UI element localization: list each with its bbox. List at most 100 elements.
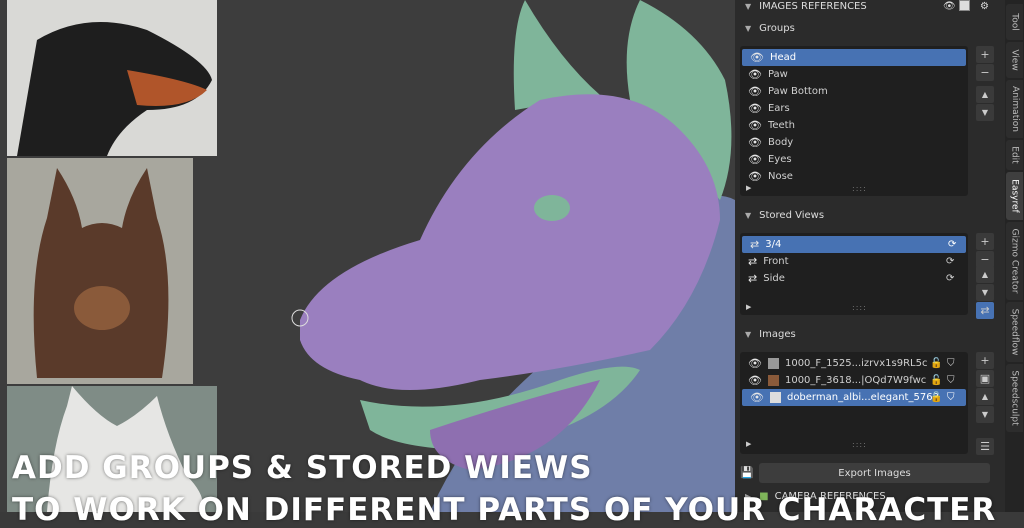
group-item-nose[interactable]: 👁 Nose (740, 168, 793, 185)
stored-view-item-front[interactable]: ⇄ Front ⟳ (740, 253, 964, 270)
add-icon[interactable]: + (976, 352, 994, 369)
group-item-eyes[interactable]: 👁 Eyes (740, 151, 792, 168)
refresh-icon[interactable]: ⟳ (946, 256, 954, 267)
group-label: Head (769, 52, 797, 63)
eye-icon[interactable]: 👁 (750, 391, 764, 404)
gear-icon[interactable]: ⚙ (980, 1, 989, 12)
move-up-icon[interactable]: ▲ (976, 86, 994, 103)
groups-header[interactable]: ▼ Groups (735, 18, 1005, 38)
eye-icon[interactable]: 👁 (750, 51, 764, 64)
move-up-icon[interactable]: ▲ (976, 266, 994, 283)
eye-icon[interactable]: 👁 (748, 119, 762, 132)
resize-grip-icon[interactable]: :::: (852, 184, 867, 193)
chevron-down-icon: ▼ (745, 1, 752, 11)
group-item-paw[interactable]: 👁 Paw (740, 66, 788, 83)
images-references-header[interactable]: ▼ IMAGES REFERENCES 👁 ⚙ (735, 0, 1005, 16)
stored-view-item-side[interactable]: ⇄ Side ⟳ (740, 270, 964, 287)
move-down-icon[interactable]: ▼ (976, 104, 994, 121)
eye-icon[interactable]: 👁 (943, 1, 956, 12)
groups-list[interactable]: 👁 Head 👁 Paw 👁 Paw Bottom 👁 Ears 👁 Teeth 👁 Bod… (740, 46, 968, 196)
export-images-button[interactable]: Export Images (759, 463, 990, 483)
group-label: Paw Bottom (767, 86, 828, 97)
images-list[interactable]: 👁 1000_F_1525...izrvx1s9RL5c 🔓 ⛉ 👁 1000_F_36… (740, 352, 968, 454)
group-item-head[interactable]: 👁 Head (742, 49, 966, 66)
image-thumb-icon (767, 375, 779, 386)
camera-view-icon: ⇄ (748, 255, 758, 268)
eye-icon[interactable]: 👁 (748, 102, 762, 115)
stored-views-label: Stored Views (759, 209, 825, 221)
stored-views-list[interactable]: ⇄ 3/4 ⟳ ⇄ Front ⟳ ⇄ Side ⟳ ▶ :::: (740, 233, 968, 315)
remove-icon[interactable]: − (976, 64, 994, 81)
tab-label: Gizmo Creator (1009, 228, 1020, 294)
checkbox[interactable] (959, 0, 970, 11)
tab-tool[interactable]: Tool (1006, 4, 1023, 40)
group-label: Nose (767, 171, 793, 182)
eye-icon[interactable]: 👁 (748, 85, 762, 98)
tab-speedflow[interactable]: Speedflow (1006, 302, 1023, 362)
tab-label: Easyref (1009, 179, 1020, 213)
tab-view[interactable]: View (1006, 42, 1023, 78)
eye-icon[interactable]: 👁 (748, 374, 762, 387)
reference-image-2[interactable] (7, 158, 193, 384)
resize-grip-icon[interactable]: :::: (852, 440, 867, 449)
eye-icon[interactable]: 👁 (748, 357, 762, 370)
stored-views-header[interactable]: ▼ Stored Views (735, 205, 1005, 225)
lock-icon[interactable]: 🔓 (930, 375, 942, 386)
group-item-body[interactable]: 👁 Body (740, 134, 793, 151)
refresh-icon[interactable]: ⟳ (946, 273, 954, 284)
add-icon[interactable]: + (976, 233, 994, 250)
resize-grip-icon[interactable]: :::: (852, 303, 867, 312)
clipboard-icon[interactable]: ▣ (976, 370, 994, 387)
image-item[interactable]: 👁 doberman_albi...elegant_5768 🔓 ⛉ (742, 389, 966, 406)
tab-edit[interactable]: Edit (1006, 140, 1023, 170)
eye-icon[interactable]: 👁 (748, 153, 762, 166)
stored-view-item-3-4[interactable]: ⇄ 3/4 ⟳ (742, 236, 966, 253)
lock-icon[interactable]: 🔓 (930, 392, 942, 403)
stored-view-label: Side (763, 273, 785, 284)
shield-icon[interactable]: ⛉ (947, 375, 955, 386)
image-item[interactable]: 👁 1000_F_1525...izrvx1s9RL5c 🔓 ⛉ (740, 355, 964, 372)
lock-icon[interactable]: 🔓 (930, 358, 942, 369)
refresh-icon[interactable]: ⟳ (948, 239, 956, 250)
stored-view-label: Front (763, 256, 789, 267)
eye-icon[interactable]: 👁 (748, 170, 762, 183)
groups-label: Groups (759, 22, 795, 34)
tab-animation[interactable]: Animation (1006, 80, 1023, 138)
eye-icon[interactable]: 👁 (748, 68, 762, 81)
list-icon[interactable]: ☰ (976, 438, 994, 455)
expand-arrow-icon[interactable]: ▶ (746, 440, 751, 448)
caption-line-2: TO WORK ON DIFFERENT PARTS OF YOUR CHARA… (12, 492, 997, 528)
reference-image-1[interactable] (7, 0, 217, 156)
add-icon[interactable]: + (976, 46, 994, 63)
eye-icon[interactable]: 👁 (748, 136, 762, 149)
tab-easyref[interactable]: Easyref (1006, 172, 1023, 220)
expand-arrow-icon[interactable]: ▶ (746, 303, 751, 311)
move-up-icon[interactable]: ▲ (976, 388, 994, 405)
group-label: Teeth (767, 120, 795, 131)
images-label: Images (759, 328, 796, 340)
tab-label: Tool (1009, 13, 1020, 31)
3d-viewport[interactable] (0, 0, 735, 512)
tab-speedsculpt[interactable]: Speedsculpt (1006, 364, 1023, 432)
tab-label: Animation (1009, 86, 1020, 132)
images-references-label: IMAGES REFERENCES (759, 0, 867, 12)
group-item-ears[interactable]: 👁 Ears (740, 100, 790, 117)
tab-gizmo-creator[interactable]: Gizmo Creator (1006, 222, 1023, 300)
camera-view-icon: ⇄ (750, 238, 760, 251)
group-item-paw-bottom[interactable]: 👁 Paw Bottom (740, 83, 828, 100)
image-item[interactable]: 👁 1000_F_3618...|OQd7W9fwc 🔓 ⛉ (740, 372, 964, 389)
move-down-icon[interactable]: ▼ (976, 406, 994, 423)
camera-view-icon[interactable]: ⇄ (976, 302, 994, 319)
image-label: doberman_albi...elegant_5768 (786, 392, 939, 403)
images-header[interactable]: ▼ Images (735, 324, 1005, 344)
image-label: 1000_F_3618...|OQd7W9fwc (784, 375, 927, 386)
stored-view-label: 3/4 (765, 239, 782, 250)
save-icon[interactable]: 💾 (740, 466, 754, 479)
expand-arrow-icon[interactable]: ▶ (746, 184, 751, 192)
sidebar-tabs: Tool View Animation Edit Easyref Gizmo C… (1005, 0, 1024, 512)
shield-icon[interactable]: ⛉ (947, 392, 955, 403)
move-down-icon[interactable]: ▼ (976, 284, 994, 301)
camera-view-icon: ⇄ (748, 272, 758, 285)
shield-icon[interactable]: ⛉ (947, 358, 955, 369)
group-item-teeth[interactable]: 👁 Teeth (740, 117, 795, 134)
